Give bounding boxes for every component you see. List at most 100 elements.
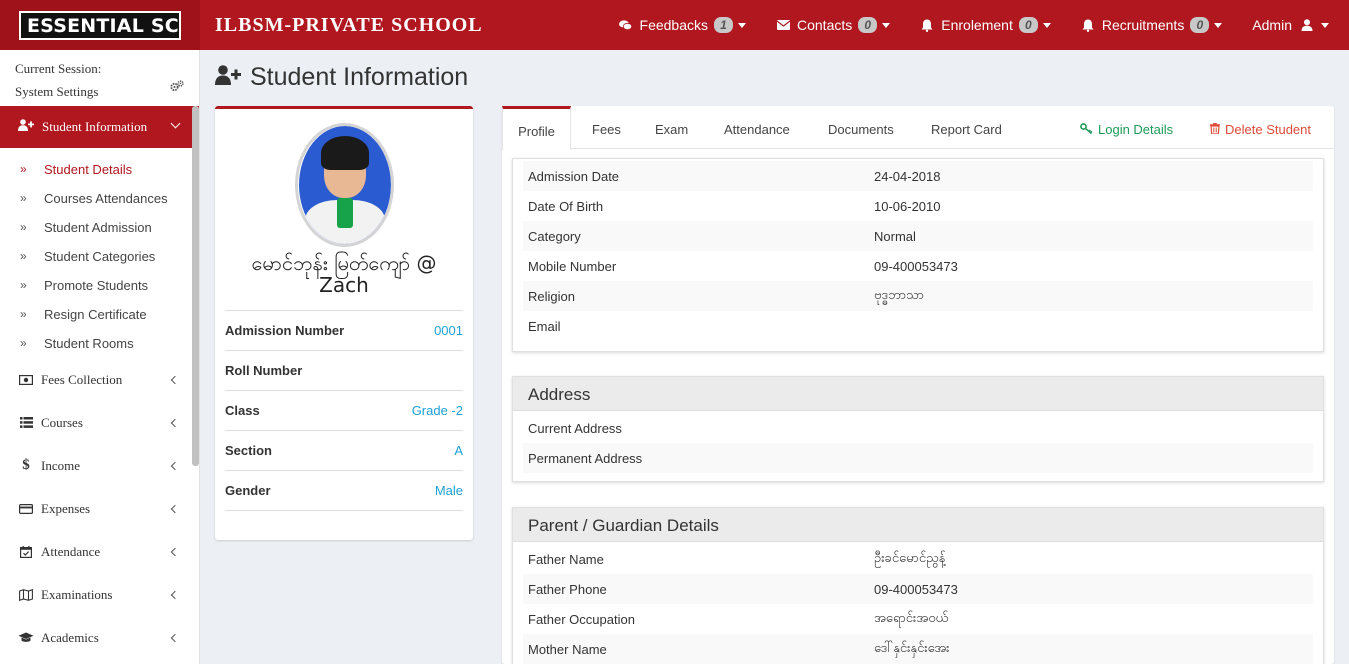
session-panel: Current Session: System Settings [0, 50, 199, 106]
enrolement-menu[interactable]: Enrolement 0 [920, 17, 1051, 33]
sidebar-item-attendance[interactable]: Attendance [0, 530, 199, 573]
feedbacks-badge: 1 [714, 17, 733, 33]
recruitments-menu[interactable]: Recruitments 0 [1081, 17, 1223, 33]
envelope-icon [776, 18, 790, 32]
student-tabs-panel: Profile Fees Exam Attendance Documents R… [502, 106, 1334, 664]
profile-details-table: Admission Date 24-04-2018 Date Of Birth 10… [513, 159, 1323, 341]
tab-attendance[interactable]: Attendance [724, 106, 790, 149]
gears-icon[interactable] [170, 80, 184, 96]
submenu-resign-certificate[interactable]: » Resign Certificate [0, 300, 199, 329]
credit-card-icon [18, 503, 34, 514]
page-title-text: Student Information [250, 63, 469, 91]
school-name: ILBSM-PRIVATE SCHOOL [215, 13, 483, 36]
login-details-link[interactable]: Login Details [1080, 106, 1173, 149]
delete-student-link[interactable]: Delete Student [1210, 106, 1311, 149]
table-row: Mobile Number 09-400053473 [523, 251, 1313, 281]
tab-report-card[interactable]: Report Card [931, 106, 1002, 149]
section-row: Section A [225, 431, 463, 471]
submenu-student-rooms[interactable]: » Student Rooms [0, 329, 199, 358]
bell-icon [920, 18, 934, 32]
graduation-cap-icon [18, 632, 34, 643]
sidebar-scrollbar[interactable] [192, 106, 199, 466]
top-header: ESSENTIAL SCHOOL ILBSM-PRIVATE SCHOOL Fe… [0, 0, 1349, 50]
chevron-left-icon [170, 590, 180, 599]
delete-student-label: Delete Student [1225, 122, 1312, 137]
comments-icon [619, 18, 633, 32]
system-settings-link[interactable]: System Settings [15, 83, 184, 106]
address-table: Current Address Permanent Address [513, 411, 1323, 473]
table-row: Date Of Birth 10-06-2010 [523, 191, 1313, 221]
login-details-label: Login Details [1098, 122, 1174, 137]
contacts-menu[interactable]: Contacts 0 [776, 17, 891, 33]
row-label: Date Of Birth [528, 198, 604, 214]
table-row: Email [523, 311, 1313, 341]
chevron-down-icon [170, 118, 181, 129]
sidebar-item-fees-collection[interactable]: Fees Collection [0, 358, 199, 401]
double-chevron-right-icon: » [20, 278, 27, 292]
submenu-label: Resign Certificate [44, 307, 147, 322]
table-row: Mother Name ဒေါ်နှင်းနှင်းအေး [523, 634, 1313, 664]
admin-menu[interactable]: Admin [1252, 17, 1329, 33]
tab-profile[interactable]: Profile [502, 106, 571, 150]
enrolement-label: Enrolement [941, 17, 1013, 33]
row-label: Gender [225, 483, 271, 498]
double-chevron-right-icon: » [20, 249, 27, 263]
page-title: Student Information [215, 63, 468, 92]
table-row: Father Occupation အရောင်းအဝယ် [523, 604, 1313, 634]
sidebar-item-courses[interactable]: Courses [0, 401, 199, 444]
tab-documents[interactable]: Documents [828, 106, 894, 149]
caret-down-icon [882, 22, 891, 28]
admission-number-value[interactable]: 0001 [434, 323, 463, 338]
row-label: Father Occupation [528, 611, 635, 627]
row-value: 09-400053473 [874, 258, 958, 274]
caret-down-icon [1321, 22, 1329, 28]
sidebar-item-income[interactable]: $ Income [0, 444, 199, 487]
student-photo-image [298, 126, 391, 244]
submenu-promote-students[interactable]: » Promote Students [0, 271, 199, 300]
money-icon [18, 374, 34, 385]
tab-exam[interactable]: Exam [655, 106, 688, 149]
sidebar-item-label: Academics [41, 629, 99, 645]
row-value: ဦးခင်မောင်ညွန့် [874, 549, 946, 565]
recruitments-label: Recruitments [1101, 17, 1185, 33]
row-label: Category [528, 228, 581, 244]
row-value: 09-400053473 [874, 581, 958, 597]
table-row: Father Name ဦးခင်မောင်ညွန့် [523, 544, 1313, 574]
sidebar-item-student-information[interactable]: Student Information [0, 106, 199, 148]
top-nav: Feedbacks 1 Contacts 0 Enrolement 0 Recr… [589, 0, 1329, 50]
sidebar-item-label: Student Information [42, 119, 148, 134]
sidebar-item-academics[interactable]: Academics [0, 616, 199, 659]
sidebar-item-examinations[interactable]: Examinations [0, 573, 199, 616]
row-value: အရောင်းအဝယ် [874, 609, 949, 625]
submenu-student-categories[interactable]: » Student Categories [0, 242, 199, 271]
feedbacks-menu[interactable]: Feedbacks 1 [619, 17, 746, 33]
row-label: Roll Number [225, 363, 303, 378]
chevron-left-icon [170, 461, 180, 470]
sidebar-item-label: Courses [41, 414, 83, 430]
logo-area[interactable]: ESSENTIAL SCHOOL [0, 0, 200, 50]
chevron-left-icon [170, 375, 180, 384]
address-header: Address [513, 377, 1323, 411]
sidebar-item-label: Fees Collection [41, 371, 123, 387]
submenu-courses-attendances[interactable]: » Courses Attendances [0, 184, 199, 213]
section-value[interactable]: A [454, 443, 463, 458]
row-label: Section [225, 443, 272, 458]
class-row: Class Grade -2 [225, 391, 463, 431]
caret-down-icon [738, 22, 746, 28]
class-value[interactable]: Grade -2 [412, 403, 463, 418]
row-label: Religion [528, 288, 575, 304]
sidebar: Current Session: System Settings Student… [0, 50, 200, 664]
school-logo[interactable]: ESSENTIAL SCHOOL [19, 10, 181, 40]
submenu-student-admission[interactable]: » Student Admission [0, 213, 199, 242]
row-value: ဒေါ်နှင်းနှင်းအေး [874, 639, 950, 655]
user-plus-icon [18, 119, 34, 135]
tab-fees[interactable]: Fees [592, 106, 621, 149]
submenu-student-details[interactable]: » Student Details [0, 155, 199, 184]
user-plus-icon [215, 63, 242, 92]
guardian-table: Father Name ဦးခင်မောင်ညွန့် Father Phone 0… [513, 542, 1323, 664]
profile-info-list: Admission Number 0001 Roll Number Class … [225, 310, 463, 511]
gender-value[interactable]: Male [435, 483, 463, 498]
sidebar-item-expenses[interactable]: Expenses [0, 487, 199, 530]
chevron-left-icon [170, 633, 180, 642]
double-chevron-right-icon: » [20, 307, 27, 321]
